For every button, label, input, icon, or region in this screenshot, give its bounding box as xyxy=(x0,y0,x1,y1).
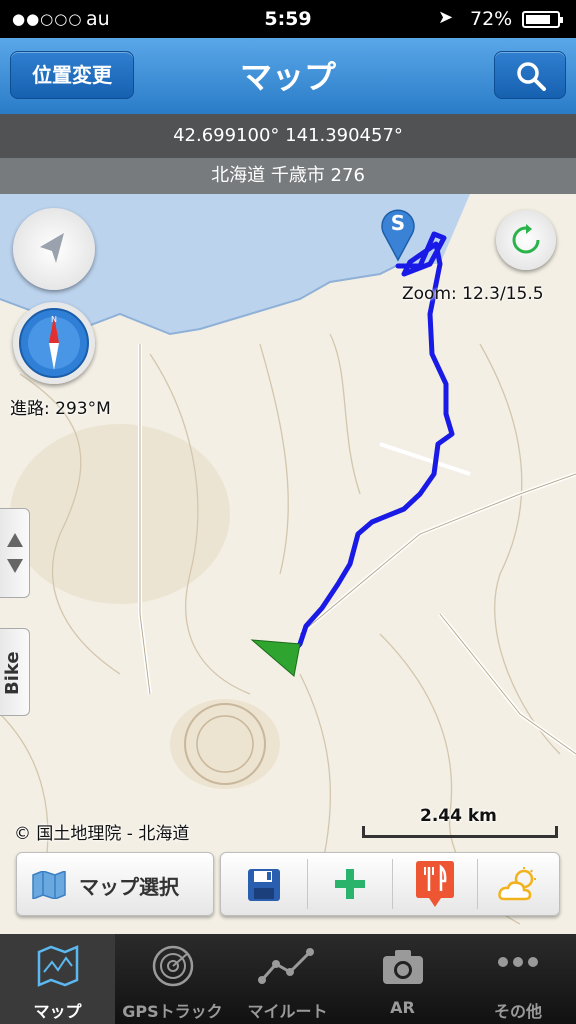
map-icon xyxy=(32,871,66,899)
tab-map[interactable]: マップ xyxy=(0,934,115,1024)
svg-text:N: N xyxy=(51,315,57,324)
tab-gps-track[interactable]: GPSトラック xyxy=(115,934,230,1024)
tab-label: マップ xyxy=(33,1002,82,1021)
tool-group xyxy=(220,852,560,916)
more-icon xyxy=(498,957,538,967)
map-select-label: マップ選択 xyxy=(79,875,179,899)
navigation-arrow-icon xyxy=(40,233,64,263)
tab-label: マイルート xyxy=(247,1002,328,1021)
restaurant-button[interactable] xyxy=(393,853,477,915)
tab-label: その他 xyxy=(493,1002,542,1021)
page-title: マップ xyxy=(239,58,336,96)
bike-mode-tab[interactable]: Bike xyxy=(0,628,30,716)
search-button[interactable] xyxy=(494,51,566,99)
weather-button[interactable] xyxy=(478,853,560,915)
search-icon xyxy=(517,62,546,91)
location-arrow-icon: ➤ xyxy=(438,7,454,28)
weather-icon xyxy=(498,867,536,901)
layer-scroll-tab[interactable] xyxy=(0,508,30,598)
heading-label: 進路: 293°M xyxy=(10,399,111,419)
location-mode-button[interactable] xyxy=(13,208,95,290)
add-button[interactable] xyxy=(308,853,392,915)
tab-label: GPSトラック xyxy=(122,1002,223,1021)
save-button[interactable] xyxy=(221,853,307,915)
scale-label: 2.44 km xyxy=(420,806,497,826)
refresh-icon xyxy=(512,224,540,254)
battery-percent: 72% xyxy=(470,8,513,30)
add-icon xyxy=(335,869,365,899)
compass-button[interactable]: N xyxy=(13,302,95,384)
map-select-button[interactable]: マップ選択 xyxy=(16,852,214,916)
scale-bar xyxy=(362,826,558,838)
save-icon xyxy=(248,869,280,901)
map-view[interactable]: S N 進路: 293°M Zoom: 12.3/15.5 Bike © 国土地… xyxy=(0,114,576,934)
tab-more[interactable]: その他 xyxy=(460,934,576,1024)
up-down-arrows-icon xyxy=(7,533,23,573)
tab-bar: マップ GPSトラック マイルート AR その他 xyxy=(0,934,576,1024)
zoom-label: Zoom: 12.3/15.5 xyxy=(402,284,544,304)
map-icon xyxy=(37,945,79,987)
tab-ar[interactable]: AR xyxy=(345,934,460,1024)
current-position-icon xyxy=(250,639,301,677)
navigation-bar: 位置変更 マップ xyxy=(0,38,576,114)
restaurant-icon xyxy=(416,861,454,907)
address-bar: 北海道 千歳市 276 xyxy=(0,158,576,194)
status-bar: ●●○○○ au 5:59 ➤ 72% xyxy=(0,0,576,38)
bike-mode-label: Bike xyxy=(2,651,23,695)
tab-label: AR xyxy=(390,998,415,1017)
battery-icon xyxy=(522,11,563,28)
radar-icon xyxy=(152,945,194,987)
coordinates-bar: 42.699100° 141.390457° xyxy=(0,114,576,158)
route-icon xyxy=(258,948,314,984)
map-copyright: © 国土地理院 - 北海道 xyxy=(14,824,190,844)
refresh-button[interactable] xyxy=(496,210,556,270)
camera-icon xyxy=(383,950,423,984)
tab-my-route[interactable]: マイルート xyxy=(230,934,345,1024)
compass-icon: N xyxy=(19,308,89,378)
start-marker-label: S xyxy=(390,211,406,235)
